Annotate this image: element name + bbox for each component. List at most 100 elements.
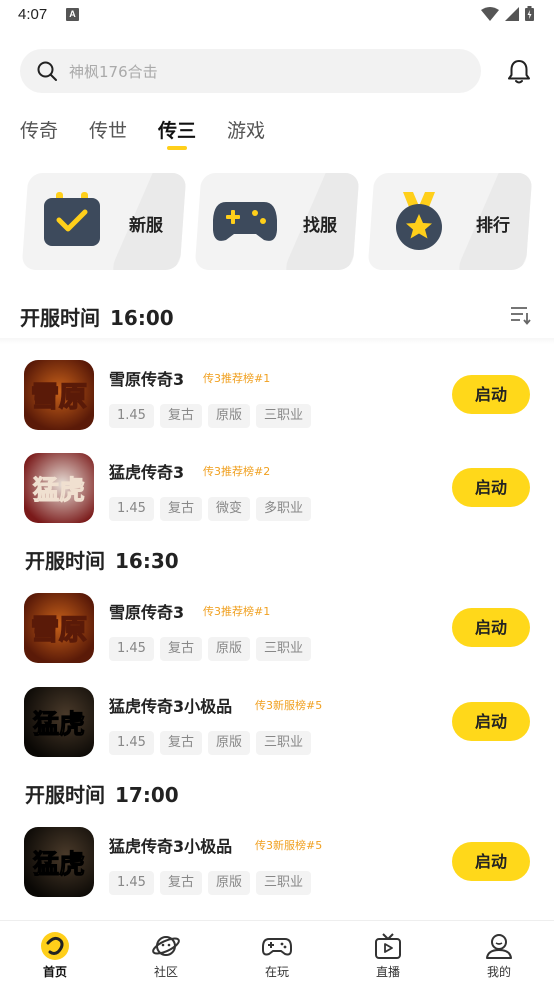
start-button[interactable]: 启动: [452, 702, 530, 741]
nav-label: 直播: [375, 965, 400, 979]
section-title-text: 开服时间: [25, 783, 105, 807]
tag-list: 1.45 复古 原版 三职业: [109, 404, 311, 428]
tag-list: 1.45 复古 原版 三职业: [109, 871, 311, 895]
tab-chuansan[interactable]: 传三: [158, 116, 196, 143]
tab-chuanqi[interactable]: 传奇: [20, 116, 58, 143]
rank-badge: 传3推荐榜#2: [203, 465, 271, 478]
section-title-text: 开服时间: [25, 549, 105, 573]
nav-home[interactable]: 首页: [0, 921, 110, 984]
status-bar: 4:07 A: [0, 0, 554, 32]
game-icon: 猛虎: [24, 827, 94, 897]
section-title: 开服时间 17:00: [25, 779, 179, 808]
game-icon: 猛虎: [24, 453, 94, 523]
battery-icon: [525, 6, 534, 21]
start-button[interactable]: 启动: [452, 468, 530, 507]
gamepad-icon: [262, 938, 292, 956]
tag: 复古: [159, 497, 202, 521]
quick-label-new-server: 新服: [129, 216, 163, 236]
tag: 1.45: [109, 637, 154, 661]
tag: 原版: [207, 637, 250, 661]
game-icon-text: 雪原: [31, 613, 87, 646]
game-icon: 猛虎: [24, 687, 94, 757]
game-icon: 雪原: [24, 593, 94, 663]
divider: [0, 338, 554, 344]
section-time: 17:00: [115, 783, 179, 807]
list-item[interactable]: 猛虎 猛虎传奇3小极品 传3新服榜#5 1.45 复古 原版 三职业 启动: [0, 827, 554, 907]
tag: 三职业: [255, 404, 311, 428]
status-a-badge: A: [66, 8, 79, 21]
game-name: 猛虎传奇3: [109, 463, 185, 482]
start-button[interactable]: 启动: [452, 842, 530, 881]
nav-community[interactable]: 社区: [111, 921, 221, 984]
gamepad-icon: [213, 202, 277, 241]
game-icon-text: 雪原: [31, 380, 87, 413]
tab-active-indicator: [167, 146, 187, 150]
game-icon: 雪原: [24, 360, 94, 430]
planet-icon: [152, 936, 180, 956]
tag: 原版: [207, 404, 250, 428]
list-item[interactable]: 猛虎 猛虎传奇3 传3推荐榜#2 1.45 复古 微变 多职业 启动: [0, 453, 554, 533]
tag-list: 1.45 复古 原版 三职业: [109, 637, 311, 661]
game-name: 雪原传奇3: [109, 603, 185, 622]
rank-badge: 传3推荐榜#1: [203, 605, 271, 618]
list-item[interactable]: 雪原 雪原传奇3 传3推荐榜#1 1.45 复古 原版 三职业 启动: [0, 360, 554, 440]
tag: 复古: [159, 404, 202, 428]
nav-label: 在玩: [264, 965, 289, 979]
tag: 1.45: [109, 497, 154, 521]
tag: 复古: [159, 731, 202, 755]
nav-label: 首页: [42, 965, 67, 979]
tab-games[interactable]: 游戏: [227, 116, 265, 143]
nav-profile[interactable]: 我的: [444, 921, 554, 984]
tag: 三职业: [255, 871, 311, 895]
section-title: 开服时间 16:00: [20, 302, 174, 331]
quick-label-find-server: 找服: [303, 216, 337, 236]
bottom-nav: 首页 社区 在玩 直播 我的: [0, 920, 554, 984]
game-name: 雪原传奇3: [109, 370, 185, 389]
profile-icon: [486, 934, 512, 959]
signal-icon: [505, 6, 519, 21]
tag: 1.45: [109, 731, 154, 755]
rank-badge: 传3新服榜#5: [255, 839, 323, 852]
rank-badge: 传3推荐榜#1: [203, 372, 271, 385]
tag-list: 1.45 复古 原版 三职业: [109, 731, 311, 755]
tag: 1.45: [109, 404, 154, 428]
tag: 原版: [207, 731, 250, 755]
nav-label: 我的: [486, 965, 511, 979]
start-button[interactable]: 启动: [452, 375, 530, 414]
nav-playing[interactable]: 在玩: [222, 921, 332, 984]
search-input[interactable]: 神枫176合击: [69, 61, 158, 82]
home-icon: [41, 932, 69, 960]
status-time: 4:07: [18, 6, 48, 23]
nav-live[interactable]: 直播: [333, 921, 443, 984]
category-tabs: 传奇 传世 传三 游戏: [0, 116, 554, 156]
tab-chuanshi[interactable]: 传世: [89, 116, 127, 143]
start-button[interactable]: 启动: [452, 608, 530, 647]
search-bar[interactable]: 神枫176合击: [20, 49, 481, 93]
wifi-icon: [481, 6, 499, 21]
section-time: 16:30: [115, 549, 179, 573]
tag-list: 1.45 复古 微变 多职业: [109, 497, 311, 521]
tag: 原版: [207, 871, 250, 895]
calendar-check-icon: [44, 192, 100, 246]
tag: 多职业: [255, 497, 311, 521]
tag: 三职业: [255, 731, 311, 755]
list-sort-icon[interactable]: [510, 305, 532, 325]
tv-icon: [375, 933, 401, 959]
list-item[interactable]: 雪原 雪原传奇3 传3推荐榜#1 1.45 复古 原版 三职业 启动: [0, 593, 554, 673]
list-item[interactable]: 猛虎 猛虎传奇3小极品 传3新服榜#5 1.45 复古 原版 三职业 启动: [0, 687, 554, 767]
tag: 1.45: [109, 871, 154, 895]
search-icon: [37, 61, 57, 81]
tag: 复古: [159, 637, 202, 661]
game-icon-text: 猛虎: [32, 710, 85, 740]
game-name: 猛虎传奇3小极品: [109, 837, 233, 856]
tag: 复古: [159, 871, 202, 895]
quick-label-ranking: 排行: [476, 216, 510, 236]
tag: 三职业: [255, 637, 311, 661]
medal-star-icon: [396, 192, 442, 250]
game-icon-text: 猛虎: [32, 850, 85, 880]
bell-icon[interactable]: [505, 58, 533, 86]
tag: 微变: [207, 497, 250, 521]
rank-badge: 传3新服榜#5: [255, 699, 323, 712]
status-indicators: [481, 6, 534, 21]
section-title: 开服时间 16:30: [25, 545, 179, 574]
